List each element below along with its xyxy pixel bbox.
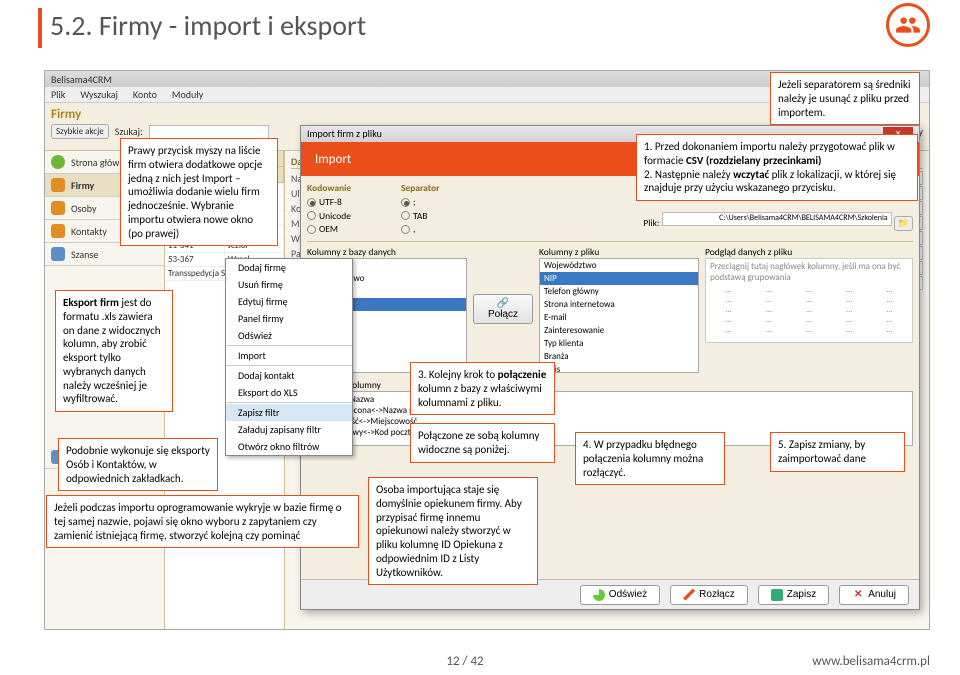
connect-button[interactable]: 🔗 Połącz <box>473 294 533 324</box>
sidebar-item-label: Szanse <box>71 248 98 261</box>
mapped-row[interactable]: Nazwa <->Nazwa <box>312 394 908 405</box>
encoding-label: Kodowanie <box>307 182 361 194</box>
quick-actions-button[interactable]: Szybkie akcje <box>51 124 109 139</box>
callout-4: Jeżeli podczas importu oprogramowanie wy… <box>46 495 359 548</box>
sidebar-item-szanse[interactable]: Szanse <box>45 243 164 266</box>
callout-3: Podobnie wykonuje się eksporty Osób i Ko… <box>58 438 218 491</box>
list-item[interactable]: NIP <box>540 272 698 285</box>
menu-konto[interactable]: Konto <box>133 88 157 101</box>
radio-tab[interactable]: TAB <box>401 210 428 222</box>
menu-item[interactable]: Otwórz okno filtrów <box>226 438 352 455</box>
file-columns-listbox[interactable]: WojewództwoNIPTelefon głównyStrona inter… <box>539 258 699 373</box>
callout-6: 1. Przed dokonaniem importu należy przyg… <box>636 134 918 201</box>
callout-2: Eksport firm jest do formatu .xls zawier… <box>55 290 173 412</box>
sidebar-item-label: Osoby <box>71 202 97 215</box>
mapped-label: Połączone kolumny <box>307 379 913 391</box>
preview-label: Podgląd danych z pliku <box>705 246 913 258</box>
page-number: 12 / 42 <box>446 654 483 669</box>
callout-9: Osoba importująca staje się domyślnie op… <box>368 477 538 585</box>
menu-item[interactable]: Usuń firmę <box>226 276 352 293</box>
menu-item[interactable]: Panel firmy <box>226 310 352 327</box>
menu-item[interactable]: Dodaj firmę <box>226 259 352 276</box>
separator-label: Separator <box>401 182 440 194</box>
radio-semicolon[interactable]: ; <box>401 196 416 208</box>
person-icon <box>51 201 65 215</box>
menu-item[interactable]: Eksport do XLS <box>226 384 352 401</box>
menu-item[interactable]: Dodaj kontakt <box>226 367 352 384</box>
file-columns-label: Kolumny z pliku <box>539 246 699 258</box>
app-title: Belisama4CRM <box>51 73 112 86</box>
refresh-icon <box>593 589 605 601</box>
mapped-row[interactable]: Nazwa skrócona<->Nazwa sk <box>312 405 908 416</box>
list-item[interactable]: Województwo <box>540 259 698 272</box>
file-label: Plik: <box>643 217 659 229</box>
menu-item[interactable]: Odśwież <box>226 327 352 344</box>
callout-11: 5. Zapisz zmiany, by zaimportować dane <box>770 432 905 472</box>
badge-icon <box>886 3 930 47</box>
context-menu[interactable]: Dodaj firmęUsuń firmęEdytuj firmęPanel f… <box>225 258 353 456</box>
callout-8: Połączone ze sobą kolumny widoczne są po… <box>410 423 555 463</box>
radio-utf8[interactable]: UTF-8 <box>307 196 342 208</box>
db-columns-label: Kolumny z bazy danych <box>307 246 467 258</box>
cancel-button[interactable]: ✕Anuluj <box>839 585 909 605</box>
list-item[interactable]: Telefon główny <box>540 285 698 298</box>
callout-5: Jeżeli separatorem są średniki należy je… <box>770 72 920 125</box>
search-label: Szukaj: <box>115 125 143 138</box>
search-input[interactable] <box>149 125 269 139</box>
menu-item[interactable]: Edytuj firmę <box>226 293 352 310</box>
menu-item[interactable]: Załaduj zapisany filtr <box>226 421 352 438</box>
menu-item[interactable]: Zapisz filtr <box>226 404 352 421</box>
disconnect-button[interactable]: Rozłącz <box>670 585 748 605</box>
list-item[interactable]: Strona internetowa <box>540 298 698 311</box>
list-item[interactable]: Typ klienta <box>540 337 698 350</box>
list-item[interactable]: Zainteresowanie <box>540 324 698 337</box>
company-icon <box>51 178 65 192</box>
dialog-title: Import firm z pliku <box>307 127 382 141</box>
list-item[interactable]: Opis <box>540 363 698 373</box>
file-path-input[interactable]: C:\Users\Belisama4CRM\BELISAMA4CRM\Szkol… <box>662 212 892 226</box>
save-icon <box>771 589 783 601</box>
contact-icon <box>51 224 65 238</box>
browse-button[interactable]: 📁 <box>894 216 913 231</box>
menu-moduly[interactable]: Moduły <box>172 88 203 101</box>
radio-unicode[interactable]: Unicode <box>307 210 351 222</box>
mapped-row[interactable]: Miejscowość<->Miejscowość <box>312 416 908 427</box>
sidebar-item-label: Kontakty <box>71 225 107 238</box>
menu-wyszukaj[interactable]: Wyszukaj <box>80 88 118 101</box>
callout-10: 4. W przypadku błędnego połączenia kolum… <box>575 432 725 485</box>
callout-1: Prawy przycisk myszy na liście firm otwi… <box>120 138 278 246</box>
home-icon <box>51 155 65 169</box>
callout-7: 3. Kolejny krok to połączenie kolumn z b… <box>410 362 555 415</box>
preview-grid[interactable]: Przeciągnij tutaj nagłówek kolumny, jeśl… <box>705 258 913 343</box>
list-item[interactable]: E-mail <box>540 311 698 324</box>
cancel-icon: ✕ <box>852 589 864 601</box>
unlink-icon <box>683 589 695 601</box>
footer-url: www.belisama4crm.pl <box>812 654 930 669</box>
menu-plik[interactable]: Plik <box>51 88 65 101</box>
chance-icon <box>51 247 65 261</box>
list-item[interactable]: Branża <box>540 350 698 363</box>
radio-oem[interactable]: OEM <box>307 223 338 235</box>
preview-note: Przeciągnij tutaj nagłówek kolumny, jeśl… <box>706 259 912 285</box>
radio-comma[interactable]: , <box>401 223 415 235</box>
sidebar-item-label: Firmy <box>71 179 94 192</box>
page-title: 5.2. Firmy - import i eksport <box>50 8 366 43</box>
refresh-button[interactable]: Odśwież <box>580 585 660 605</box>
save-button[interactable]: Zapisz <box>758 585 829 605</box>
menu-item[interactable]: Import <box>226 347 352 364</box>
